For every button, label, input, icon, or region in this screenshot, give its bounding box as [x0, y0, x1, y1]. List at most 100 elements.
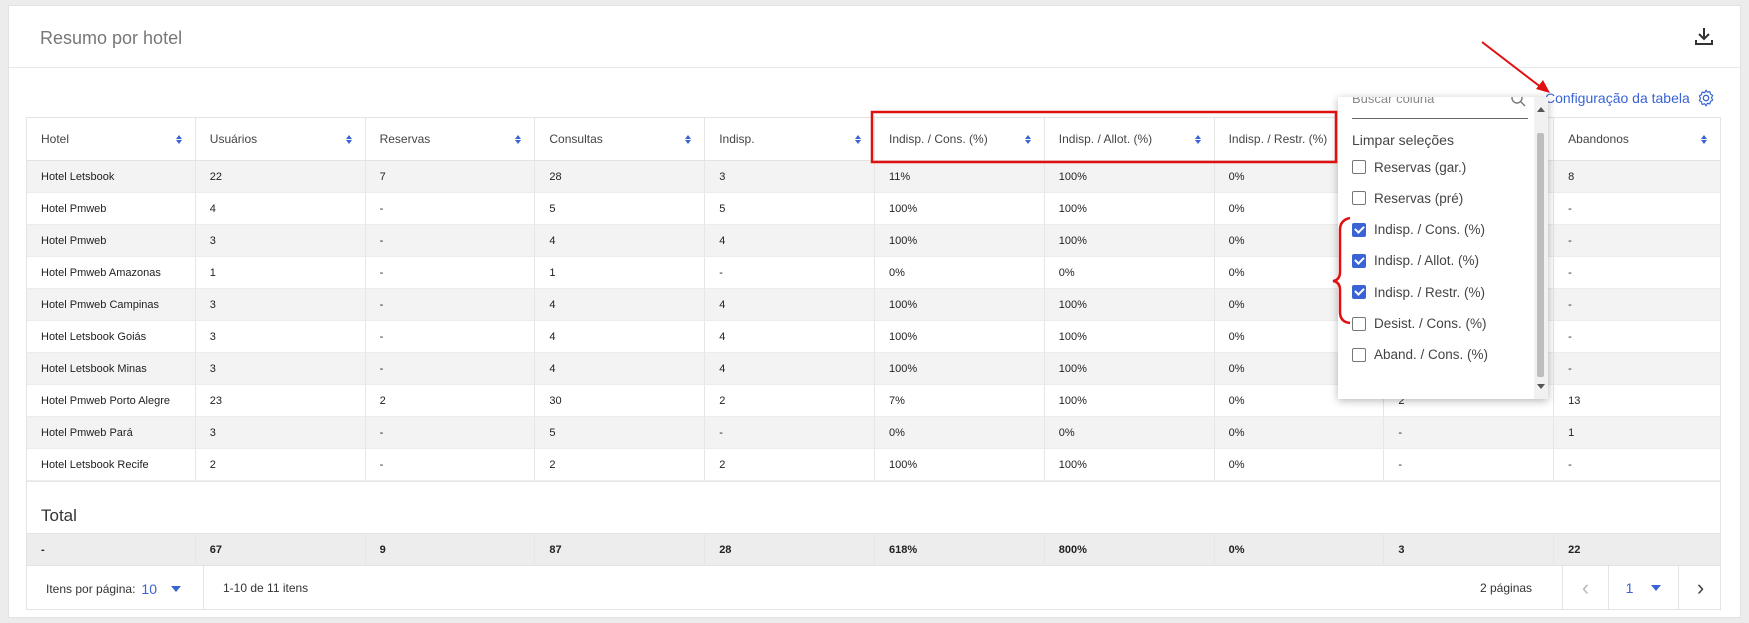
table-cell: 23 — [196, 385, 366, 416]
table-cell: - — [1568, 234, 1572, 247]
page-select[interactable]: 1 — [1608, 566, 1678, 610]
table-cell: 100% — [875, 193, 1045, 224]
sort-icon[interactable] — [1024, 134, 1031, 144]
column-config-dropdown: Buscar coluna Limpar seleções Reservas (… — [1338, 97, 1548, 399]
column-option[interactable]: Desist. / Cons. (%) — [1352, 314, 1487, 334]
column-option-label: Indisp. / Allot. (%) — [1374, 253, 1480, 269]
table-cell: Hotel Pmweb Porto Alegre — [27, 385, 196, 416]
table-cell: 2 — [705, 449, 875, 480]
items-per-page-value[interactable]: 10 — [141, 581, 157, 597]
table-cell: 4 — [705, 225, 875, 256]
total-cell: 3 — [1384, 534, 1555, 565]
table-cell: 2 — [705, 385, 875, 416]
sort-icon[interactable] — [175, 134, 182, 144]
table-cell: 5 — [705, 193, 875, 224]
table-config-link[interactable]: Configuração da tabela — [1545, 88, 1716, 108]
table-cell: 100% — [1045, 353, 1215, 384]
table-cell: - — [366, 321, 536, 352]
column-option-label: Indisp. / Cons. (%) — [1374, 222, 1486, 238]
chevron-left-icon[interactable]: ‹ — [1562, 566, 1608, 610]
column-option-label: Reservas (gar.) — [1374, 159, 1467, 175]
table-cell: 4 — [535, 225, 706, 256]
table-cell: - — [366, 257, 536, 288]
sort-icon[interactable] — [515, 134, 522, 144]
column-option-label: Indisp. / Restr. (%) — [1374, 284, 1486, 300]
checkbox-unchecked[interactable] — [1352, 160, 1366, 174]
checkbox-unchecked[interactable] — [1352, 316, 1366, 331]
table-cell: 100% — [875, 321, 1045, 352]
table-cell: Hotel Letsbook Goiás — [27, 321, 196, 352]
column-option[interactable]: Reservas (pré) — [1352, 188, 1463, 208]
table-cell: - — [366, 353, 536, 384]
checkbox-unchecked[interactable] — [1352, 191, 1366, 206]
total-title: Total — [27, 481, 1720, 533]
table-cell: 4 — [196, 193, 366, 224]
dropdown-scrollbar[interactable] — [1534, 97, 1548, 399]
column-header-label: Indisp. / Cons. (%) — [888, 132, 988, 146]
column-search-placeholder: Buscar coluna — [1352, 97, 1435, 106]
table-cell: 8 — [1568, 170, 1575, 183]
column-header[interactable]: Reservas — [366, 118, 536, 160]
table-cell: - — [366, 289, 536, 320]
table-cell: 11% — [875, 161, 1045, 192]
items-per-page-label: Itens por página: — [46, 582, 136, 596]
column-header[interactable]: Indisp. — [705, 118, 875, 160]
total-cell: 67 — [196, 534, 366, 565]
checkbox-checked[interactable] — [1352, 285, 1366, 300]
download-icon[interactable] — [1692, 24, 1716, 48]
column-header[interactable]: Indisp. / Allot. (%) — [1045, 118, 1215, 160]
table-cell: - — [1568, 330, 1572, 343]
table-cell: - — [1568, 362, 1572, 375]
column-header-label: Abandonos — [1568, 132, 1629, 146]
column-option-label: Desist. / Cons. (%) — [1374, 316, 1487, 331]
column-search-input[interactable]: Buscar coluna — [1352, 97, 1528, 119]
scroll-down-icon[interactable] — [1537, 384, 1545, 389]
clear-selections-button[interactable]: Limpar seleções — [1352, 132, 1454, 148]
table-cell: 2 — [535, 449, 706, 480]
column-header[interactable]: Hotel — [27, 118, 196, 160]
total-row: -67 9 87 28 618% 800% 0% 3 22 — [27, 533, 1720, 565]
checkbox-checked[interactable] — [1352, 222, 1366, 237]
table-cell: 22 — [196, 161, 366, 192]
table-cell: 100% — [875, 449, 1045, 480]
sort-icon[interactable] — [1194, 134, 1201, 144]
table-cell: 30 — [535, 385, 706, 416]
scroll-thumb[interactable] — [1537, 133, 1544, 377]
column-header[interactable]: Consultas — [535, 118, 706, 160]
pagination-bar: Itens por página: 10 1-10 de 11 itens 2 … — [27, 565, 1722, 610]
sort-icon[interactable] — [854, 134, 861, 144]
table-cell: - — [705, 257, 875, 288]
table-cell: 100% — [875, 289, 1045, 320]
chevron-down-icon[interactable] — [170, 586, 181, 592]
items-per-page[interactable]: Itens por página: 10 — [46, 581, 181, 597]
table-cell: 0% — [875, 257, 1045, 288]
table-cell: 4 — [535, 321, 706, 352]
table-cell: Hotel Letsbook — [27, 161, 196, 192]
checkbox-checked[interactable] — [1352, 253, 1366, 268]
table-cell: - — [366, 449, 536, 480]
scroll-up-icon[interactable] — [1537, 107, 1545, 112]
current-page: 1 — [1625, 580, 1634, 596]
table-cell: - — [1568, 202, 1572, 215]
column-option[interactable]: Reservas (gar.) — [1352, 157, 1466, 177]
sort-icon[interactable] — [685, 134, 692, 144]
table-cell: 0% — [1045, 257, 1215, 288]
pager-divider — [203, 566, 204, 610]
column-option[interactable]: Indisp. / Cons. (%) — [1352, 220, 1485, 240]
chevron-down-icon[interactable] — [1651, 585, 1662, 591]
table-cell: - — [366, 225, 536, 256]
chevron-right-icon[interactable]: › — [1678, 566, 1722, 610]
column-option[interactable]: Aband. / Cons. (%) — [1352, 345, 1488, 365]
column-header[interactable]: Usuários — [196, 118, 366, 160]
checkbox-unchecked[interactable] — [1352, 347, 1366, 362]
sort-icon[interactable] — [345, 134, 352, 144]
column-option[interactable]: Indisp. / Restr. (%) — [1352, 282, 1485, 302]
column-header-label: Indisp. — [719, 132, 755, 146]
sort-icon[interactable] — [1700, 134, 1707, 144]
column-header[interactable]: Indisp. / Cons. (%) — [875, 118, 1045, 160]
column-option[interactable]: Indisp. / Allot. (%) — [1352, 251, 1479, 271]
table-cell: - — [1384, 449, 1555, 480]
card-title: Resumo por hotel — [40, 28, 183, 48]
table-cell: 3 — [196, 417, 366, 448]
column-header[interactable]: Abandonos — [1554, 118, 1720, 160]
